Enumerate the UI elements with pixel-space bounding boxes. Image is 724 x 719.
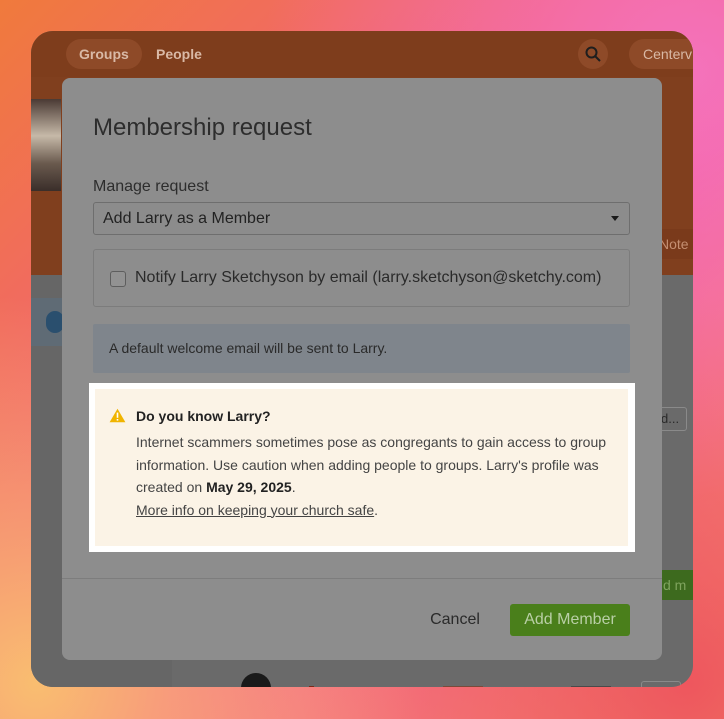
- manage-request-select[interactable]: Add Larry as a Member: [93, 202, 630, 235]
- cancel-button[interactable]: Cancel: [418, 605, 492, 635]
- church-selector[interactable]: Centerv: [629, 39, 693, 69]
- welcome-info-banner: A default welcome email will be sent to …: [93, 324, 630, 373]
- add-member-button[interactable]: Add Member: [510, 604, 630, 636]
- row-text: [309, 686, 314, 687]
- select-value: Add Larry as a Member: [103, 210, 271, 227]
- row-text: [571, 686, 611, 687]
- notes-button[interactable]: Note: [657, 229, 693, 259]
- group-photo: [31, 99, 61, 191]
- membership-request-modal: Membership request Manage request Add La…: [62, 78, 662, 660]
- notify-checkbox[interactable]: [110, 271, 126, 287]
- warning-icon: [109, 408, 126, 423]
- app-header: Groups People Centerv: [31, 31, 693, 77]
- row-text: [443, 686, 483, 687]
- footer-divider: [62, 578, 662, 579]
- church-safety-link[interactable]: More info on keeping your church safe: [136, 502, 374, 518]
- notify-option: Notify Larry Sketchyson by email (larry.…: [93, 249, 630, 307]
- search-button[interactable]: [578, 39, 608, 69]
- modal-title: Membership request: [93, 114, 312, 141]
- search-icon: [585, 46, 601, 62]
- add-members-button[interactable]: d m: [659, 570, 693, 600]
- profile-created-date: May 29, 2025: [206, 479, 292, 495]
- warning-text-suffix: .: [291, 479, 296, 495]
- nav-people[interactable]: People: [143, 39, 215, 69]
- notify-label[interactable]: Notify Larry Sketchyson by email (larry.…: [135, 269, 601, 287]
- warning-body: Internet scammers sometimes pose as cong…: [136, 431, 606, 521]
- row-action-button[interactable]: d...: [659, 407, 687, 431]
- warning-title: Do you know Larry?: [136, 408, 271, 424]
- link-suffix: .: [374, 501, 379, 518]
- caret-down-icon: [611, 216, 619, 221]
- warning-callout: Do you know Larry? Internet scammers som…: [95, 389, 628, 546]
- edit-button[interactable]: [641, 681, 681, 687]
- manage-request-label: Manage request: [93, 178, 209, 195]
- nav-groups[interactable]: Groups: [66, 39, 142, 69]
